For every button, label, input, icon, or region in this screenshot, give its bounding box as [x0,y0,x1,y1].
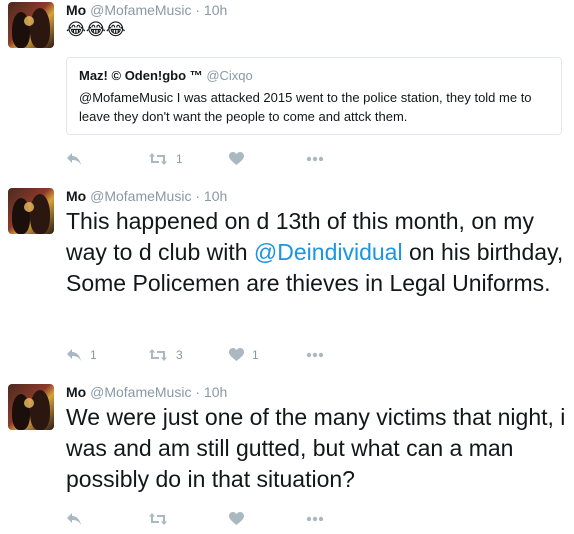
tweet-header: Mo @MofameMusic · 10h [66,188,227,204]
retweet-icon [148,152,168,166]
retweet-count: 3 [176,348,183,362]
timestamp[interactable]: 10h [204,188,227,204]
more-icon [306,352,324,358]
tweet-3[interactable]: Mo @MofameMusic · 10h We were just one o… [0,374,574,534]
display-name[interactable]: Mo [66,384,86,400]
quoted-username: @Cixqo [206,68,253,83]
separator: · [195,188,201,204]
reply-count: 1 [90,348,97,362]
tweet-2[interactable]: Mo @MofameMusic · 10h This happened on d… [0,178,574,375]
heart-icon [229,152,244,166]
avatar[interactable] [8,2,54,48]
quoted-tweet[interactable]: Maz! © Oden!gbo ™ @Cixqo @MofameMusic I … [66,57,562,135]
retweet-icon [148,348,168,362]
heart-icon [229,348,244,362]
like-button[interactable] [229,150,252,168]
timestamp[interactable]: 10h [204,384,227,400]
mention-link[interactable]: @Deindividual [254,239,403,265]
heart-icon [229,512,244,526]
separator: · [195,2,201,18]
reply-icon [66,152,82,166]
retweet-button[interactable]: 1 [148,150,183,168]
tweet-header: Mo @MofameMusic · 10h [66,2,227,18]
quoted-tweet-text: @MofameMusic I was attacked 2015 went to… [79,90,532,124]
timestamp[interactable]: 10h [204,2,227,18]
reply-icon [66,512,82,526]
tweet-actions [66,510,366,528]
tweet-text: 😂😂😂 [66,20,126,39]
avatar[interactable] [8,384,54,430]
tweet-header: Mo @MofameMusic · 10h [66,384,227,400]
display-name[interactable]: Mo [66,188,86,204]
separator: · [195,384,201,400]
retweet-icon [148,512,168,526]
more-button[interactable] [306,346,324,364]
reply-button[interactable] [66,150,90,168]
like-count: 1 [252,348,259,362]
retweet-count: 1 [176,152,183,166]
avatar[interactable] [8,188,54,234]
like-button[interactable]: 1 [229,346,259,364]
more-icon [306,156,324,162]
quoted-display-name: Maz! © Oden!gbo ™ [79,68,203,83]
tweet-actions: 1 [66,150,366,168]
more-button[interactable] [306,510,324,528]
display-name[interactable]: Mo [66,2,86,18]
more-button[interactable] [306,150,324,168]
tweet-text: This happened on d 13th of this month, o… [66,206,566,299]
like-button[interactable] [229,510,244,528]
tweet-1[interactable]: Mo @MofameMusic · 10h 😂😂😂 Maz! © Oden!gb… [0,0,574,179]
username[interactable]: @MofameMusic [90,384,191,400]
username[interactable]: @MofameMusic [90,188,191,204]
tweet-actions: 1 3 1 [66,346,366,364]
username[interactable]: @MofameMusic [90,2,191,18]
reply-button[interactable]: 1 [66,346,97,364]
tweet-text: We were just one of the many victims tha… [66,404,566,492]
reply-icon [66,348,82,362]
reply-button[interactable] [66,510,82,528]
retweet-button[interactable]: 3 [148,346,183,364]
retweet-button[interactable] [148,510,168,528]
